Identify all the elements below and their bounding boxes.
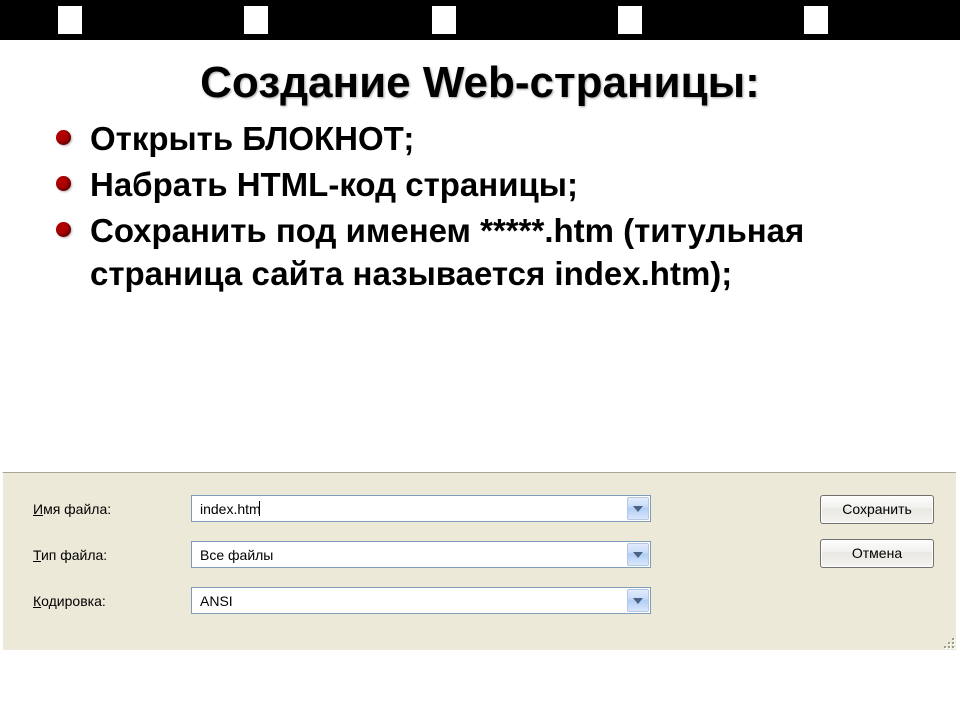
chevron-down-icon <box>633 597 643 605</box>
filetype-value: Все файлы <box>200 547 273 563</box>
filetype-select[interactable]: Все файлы <box>191 541 651 568</box>
dropdown-button[interactable] <box>627 589 649 612</box>
row-filetype: Тип файла: Все файлы <box>3 541 956 573</box>
encoding-select[interactable]: ANSI <box>191 587 651 614</box>
text-caret <box>259 501 260 516</box>
row-filename: Имя файла: index.htm <box>3 495 956 527</box>
bullet-list: Открыть БЛОКНОТ; Набрать HTML-код страни… <box>0 118 960 295</box>
encoding-value: ANSI <box>200 593 233 609</box>
filename-input[interactable]: index.htm <box>191 495 651 522</box>
resize-grip[interactable] <box>938 632 954 648</box>
bullet-item: Открыть БЛОКНОТ; <box>90 118 920 160</box>
bullet-item: Сохранить под именем *****.htm (титульна… <box>90 210 920 294</box>
title-bar-mark <box>244 6 268 34</box>
chevron-down-icon <box>633 505 643 513</box>
title-bar-mark <box>804 6 828 34</box>
title-bar-mark <box>618 6 642 34</box>
title-bar-mark <box>58 6 82 34</box>
chevron-down-icon <box>633 551 643 559</box>
dropdown-button[interactable] <box>627 497 649 520</box>
slide-title: Создание Web-страницы: <box>20 58 940 108</box>
save-dialog: Имя файла: index.htm Тип файла: Все файл… <box>2 472 956 650</box>
row-encoding: Кодировка: ANSI <box>3 587 956 619</box>
filetype-label: Тип файла: <box>33 547 107 563</box>
bullet-item: Набрать HTML-код страницы; <box>90 164 920 206</box>
filename-label: Имя файла: <box>33 501 111 517</box>
filename-value: index.htm <box>200 501 261 517</box>
save-button[interactable]: Сохранить <box>820 495 934 524</box>
dropdown-button[interactable] <box>627 543 649 566</box>
cancel-button[interactable]: Отмена <box>820 539 934 568</box>
encoding-label: Кодировка: <box>33 593 106 609</box>
title-bar-mark <box>432 6 456 34</box>
slide: Создание Web-страницы: Открыть БЛОКНОТ; … <box>0 0 960 720</box>
